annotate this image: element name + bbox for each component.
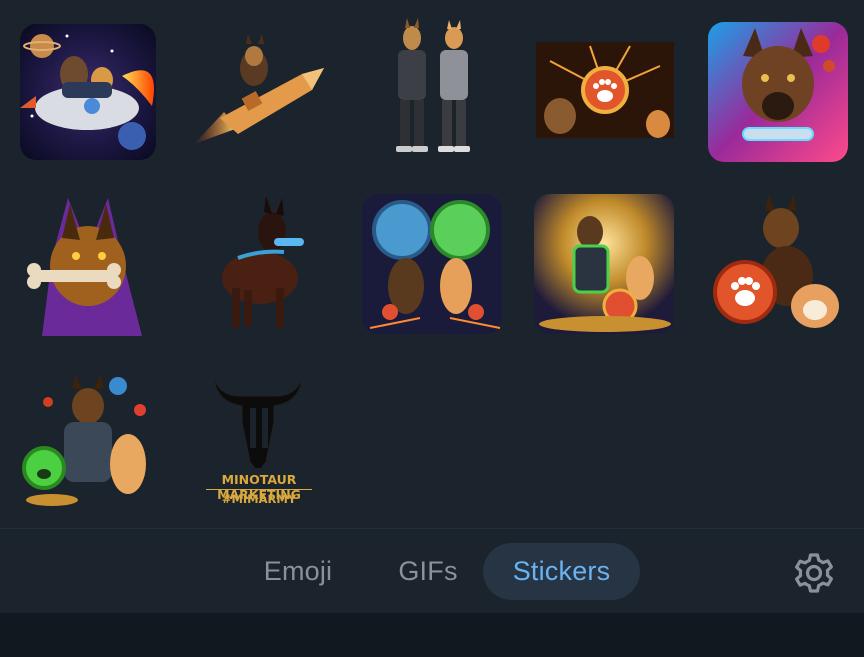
sticker-minotaur-marketing-logo[interactable]: MINOTAUR MARKETING #MIMARMY <box>184 362 334 510</box>
system-navigation-bar <box>0 613 864 657</box>
sticker-shepherd-shiba-red-coin[interactable] <box>703 188 853 336</box>
sticker-purple-wolf-bone[interactable] <box>12 188 162 336</box>
tab-gifs[interactable]: GIFs <box>378 543 478 600</box>
sticker-doberman-blue-bone-art <box>222 196 304 328</box>
logo-hashtag-text: #MIMARMY <box>221 492 297 506</box>
sticker-neon-shepherd-art <box>708 22 848 162</box>
logo-divider <box>206 489 312 490</box>
sticker-doberman-blue-bone[interactable] <box>184 188 334 336</box>
settings-button[interactable] <box>790 549 838 597</box>
sticker-hoodie-dogs[interactable] <box>360 16 510 164</box>
sticker-hoodie-dogs-art <box>396 18 470 152</box>
sticker-red-paw-fireworks-art <box>536 42 674 138</box>
sticker-armored-shepherd-shiba-art <box>534 194 674 334</box>
tab-stickers[interactable]: Stickers <box>483 543 640 600</box>
sticker-astronaut-rocket-art <box>20 24 156 160</box>
sticker-purple-wolf-bone-art <box>27 198 142 336</box>
sticker-shepherd-rocket[interactable] <box>184 16 334 164</box>
sticker-armored-shepherd-green-coin-art <box>22 374 146 506</box>
gear-icon <box>795 553 833 593</box>
sticker-astronaut-rocket[interactable] <box>12 16 162 164</box>
sticker-red-paw-fireworks[interactable] <box>530 16 680 164</box>
sticker-dogs-paw-coins-art <box>362 194 502 334</box>
sticker-neon-shepherd[interactable] <box>703 16 853 164</box>
bull-logo-icon <box>213 377 303 468</box>
sticker-shepherd-rocket-art <box>194 34 324 144</box>
sticker-armored-shepherd-green-coin[interactable] <box>12 362 162 510</box>
sticker-panel: MINOTAUR MARKETING #MIMARMY Emoji GIFs S… <box>0 0 864 657</box>
sticker-armored-shepherd-shiba[interactable] <box>530 188 680 336</box>
sticker-dogs-paw-coins[interactable] <box>360 188 510 336</box>
tab-emoji[interactable]: Emoji <box>243 543 353 600</box>
sticker-panel-tab-bar: Emoji GIFs Stickers <box>0 528 864 614</box>
sticker-shepherd-shiba-red-coin-art <box>713 194 839 328</box>
sticker-grid: MINOTAUR MARKETING #MIMARMY <box>0 0 864 528</box>
